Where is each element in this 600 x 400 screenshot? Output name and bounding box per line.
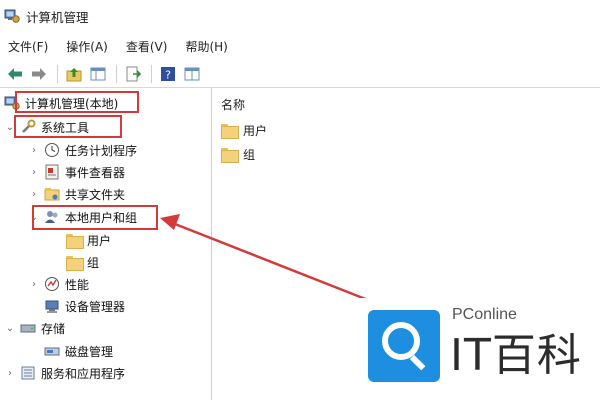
brand-logo-icon	[368, 310, 440, 382]
watermark-title: IT百科	[450, 330, 582, 381]
watermark: PConline IT百科	[352, 298, 600, 400]
watermark-brand: PConline	[452, 306, 517, 323]
computer-management-window: 计算机管理 文件(F) 操作(A) 查看(V) 帮助(H) ? 计算机管理(本地…	[0, 0, 600, 400]
